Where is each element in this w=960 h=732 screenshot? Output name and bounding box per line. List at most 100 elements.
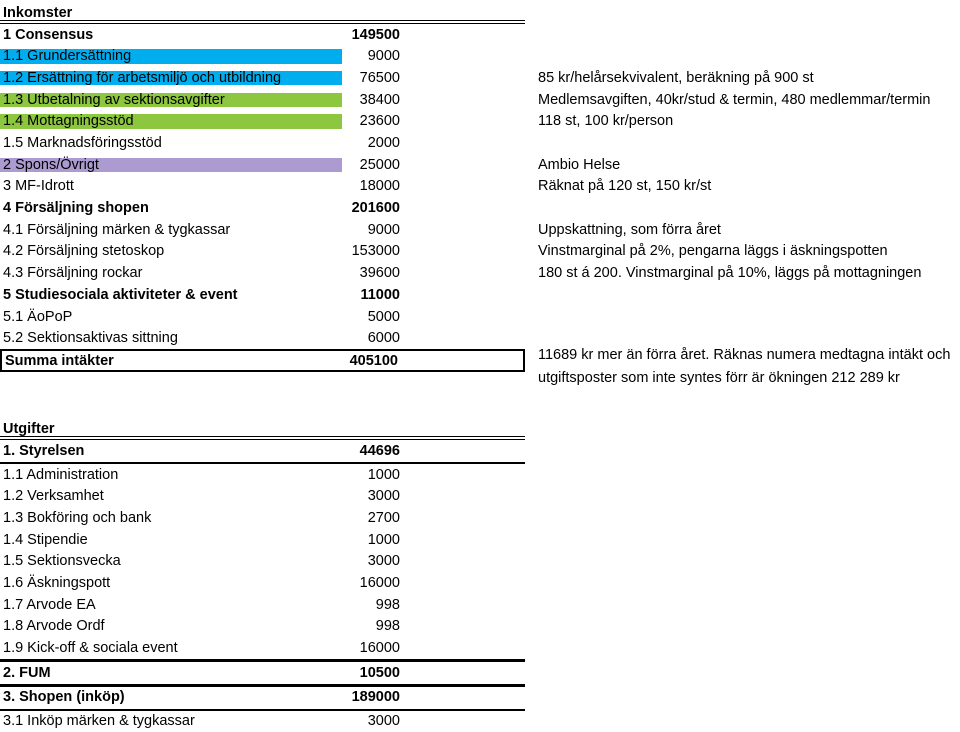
expense-row-label: 1.1 Administration (3, 466, 119, 483)
income-row-value: 11000 (360, 286, 400, 303)
income-row-label: 1.3 Utbetalning av sektionsavgifter (0, 93, 342, 108)
expense-row-label: 3.1 Inköp märken & tygkassar (3, 713, 195, 730)
income-row-label: 3 MF-Idrott (3, 178, 74, 195)
expense-row-value: 2700 (367, 509, 400, 526)
income-row-label: 1.4 Mottagningsstöd (0, 114, 342, 129)
income-row-label: 1.2 Ersättning för arbetsmiljö och utbil… (0, 71, 342, 86)
expense-row: 1.1 Administration 1000 (0, 464, 960, 486)
income-total-row: Summa intäkter 405100 (0, 349, 525, 373)
expense-row-value: 44696 (359, 442, 400, 459)
expenses-section-title: Utgifter (3, 420, 55, 437)
income-row-value: 5000 (367, 308, 400, 325)
expense-row: 1.4 Stipendie 1000 (0, 529, 960, 551)
income-row: 4.2 Försäljning stetoskop 153000 Vinstmarg… (0, 241, 960, 263)
income-row-note: Ambio Helse (538, 156, 621, 173)
income-row-value: 18000 (359, 178, 400, 195)
income-row-value: 6000 (367, 330, 400, 347)
income-row-note: 118 st, 100 kr/person (538, 113, 674, 130)
expense-row-value: 3000 (367, 553, 400, 570)
income-row-value: 23600 (359, 113, 400, 130)
expense-row: 1. Styrelsen 44696 (0, 440, 960, 462)
income-row-label: 4.3 Försäljning rockar (3, 265, 143, 282)
expense-row-value: 189000 (351, 689, 400, 706)
expenses-rows: 1. Styrelsen 44696 1.1 Administration 1000 1… (0, 436, 960, 732)
income-row: 1.2 Ersättning för arbetsmiljö och utbil… (0, 67, 960, 89)
expense-row: 2. FUM 10500 (0, 662, 960, 684)
income-row-note: Vinstmarginal på 2%, pengarna läggs i äs… (538, 243, 888, 260)
income-row-note: Uppskattning, som förra året (538, 221, 721, 238)
income-row: 5 Studiesociala aktiviteter & event 11000 (0, 284, 960, 306)
income-row: 1.3 Utbetalning av sektionsavgifter 38400… (0, 89, 960, 111)
expense-row-label: 1.9 Kick-off & sociala event (3, 640, 178, 657)
income-total-note-line2: utgiftsposter som inte syntes förr är ök… (538, 370, 900, 386)
expense-row-value: 998 (375, 618, 400, 635)
income-row-value: 9000 (367, 221, 400, 238)
expense-row-label: 1.5 Sektionsvecka (3, 553, 121, 570)
income-row: 2 Spons/Övrigt 25000 Ambio Helse (0, 154, 960, 176)
expense-row-value: 3000 (367, 488, 400, 505)
expense-row-label: 1. Styrelsen (3, 442, 85, 459)
expense-row-label: 1.3 Bokföring och bank (3, 509, 152, 526)
income-row-value: 149500 (351, 26, 400, 43)
income-row: 3 MF-Idrott 18000 Räknat på 120 st, 150 kr… (0, 176, 960, 198)
expense-row: 1.2 Verksamhet 3000 (0, 486, 960, 508)
expense-row-value: 1000 (367, 531, 400, 548)
expense-row: 1.3 Bokföring och bank 2700 (0, 507, 960, 529)
income-row-note: 180 st á 200. Vinstmarginal på 10%, lägg… (538, 265, 922, 282)
expense-row-label: 1.4 Stipendie (3, 531, 88, 548)
income-row-value: 25000 (359, 156, 400, 173)
income-row: 4.1 Försäljning märken & tygkassar 9000 Up… (0, 219, 960, 241)
income-row-label: 1.1 Grundersättning (0, 49, 342, 64)
income-row-value: 9000 (367, 48, 400, 65)
income-row-note: Räknat på 120 st, 150 kr/st (538, 178, 712, 195)
income-row-label: 5.2 Sektionsaktivas sittning (3, 330, 178, 347)
income-row-note: Medlemsavgiften, 40kr/stud & termin, 480… (538, 91, 931, 108)
income-row: 1 Consensus 149500 (0, 24, 960, 46)
income-row-label: 4.1 Försäljning märken & tygkassar (3, 221, 231, 238)
income-row-label: 5 Studiesociala aktiviteter & event (3, 286, 238, 303)
income-row-label: 4 Försäljning shopen (3, 200, 149, 217)
income-total-label: Summa intäkter (5, 352, 114, 369)
expense-row-label: 1.6 Äskningspott (3, 575, 111, 592)
income-row-value: 39600 (359, 265, 400, 282)
expense-row-label: 1.8 Arvode Ordf (3, 618, 105, 635)
income-total-value: 405100 (349, 352, 398, 369)
expense-row-label: 2. FUM (3, 664, 51, 681)
income-row: 4 Försäljning shopen 201600 (0, 198, 960, 220)
expense-row-label: 3. Shopen (inköp) (3, 689, 125, 706)
expense-row-value: 1000 (367, 466, 400, 483)
income-row-note: 85 kr/helårsekvivalent, beräkning på 900… (538, 69, 814, 86)
income-row-value: 76500 (359, 69, 400, 86)
expense-row: 1.7 Arvode EA 998 (0, 594, 960, 616)
income-row: 1.1 Grundersättning 9000 (0, 46, 960, 68)
expense-row-value: 16000 (359, 640, 400, 657)
income-row-label: 2 Spons/Övrigt (0, 158, 342, 173)
expense-row: 1.8 Arvode Ordf 998 (0, 616, 960, 638)
income-total-note-line1: 11689 kr mer än förra året. Räknas numer… (538, 347, 951, 363)
expense-row: 3.1 Inköp märken & tygkassar 3000 (0, 711, 960, 732)
income-row: 5.1 ÄoPoP 5000 (0, 306, 960, 328)
income-row-label: 1.5 Marknadsföringsstöd (3, 135, 162, 152)
expense-row-value: 998 (375, 596, 400, 613)
income-row: 1.4 Mottagningsstöd 23600 118 st, 100 kr/p… (0, 111, 960, 133)
expense-row-value: 10500 (359, 664, 400, 681)
expense-row: 3. Shopen (inköp) 189000 (0, 687, 960, 709)
income-row-value: 201600 (351, 200, 400, 217)
budget-sheet: Inkomster 1 Consensus 149500 1.1 Grundersä… (0, 0, 960, 728)
expense-row: 1.6 Äskningspott 16000 (0, 572, 960, 594)
income-row-value: 38400 (359, 91, 400, 108)
income-row: 1.5 Marknadsföringsstöd 2000 (0, 132, 960, 154)
income-section-title: Inkomster (3, 4, 73, 21)
income-row-label: 5.1 ÄoPoP (3, 308, 73, 325)
income-rows: 1 Consensus 149500 1.1 Grundersättning 9000… (0, 24, 960, 349)
expense-row-label: 1.2 Verksamhet (3, 488, 104, 505)
income-row: 4.3 Försäljning rockar 39600 180 st á 200.… (0, 263, 960, 285)
income-row-label: 1 Consensus (3, 26, 94, 43)
expense-row-value: 16000 (359, 575, 400, 592)
income-row-value: 2000 (367, 135, 400, 152)
expense-row: 1.5 Sektionsvecka 3000 (0, 551, 960, 573)
income-row-value: 153000 (351, 243, 400, 260)
expense-row-label: 1.7 Arvode EA (3, 596, 96, 613)
income-row-label: 4.2 Försäljning stetoskop (3, 243, 165, 260)
expense-row: 1.9 Kick-off & sociala event 16000 (0, 638, 960, 660)
